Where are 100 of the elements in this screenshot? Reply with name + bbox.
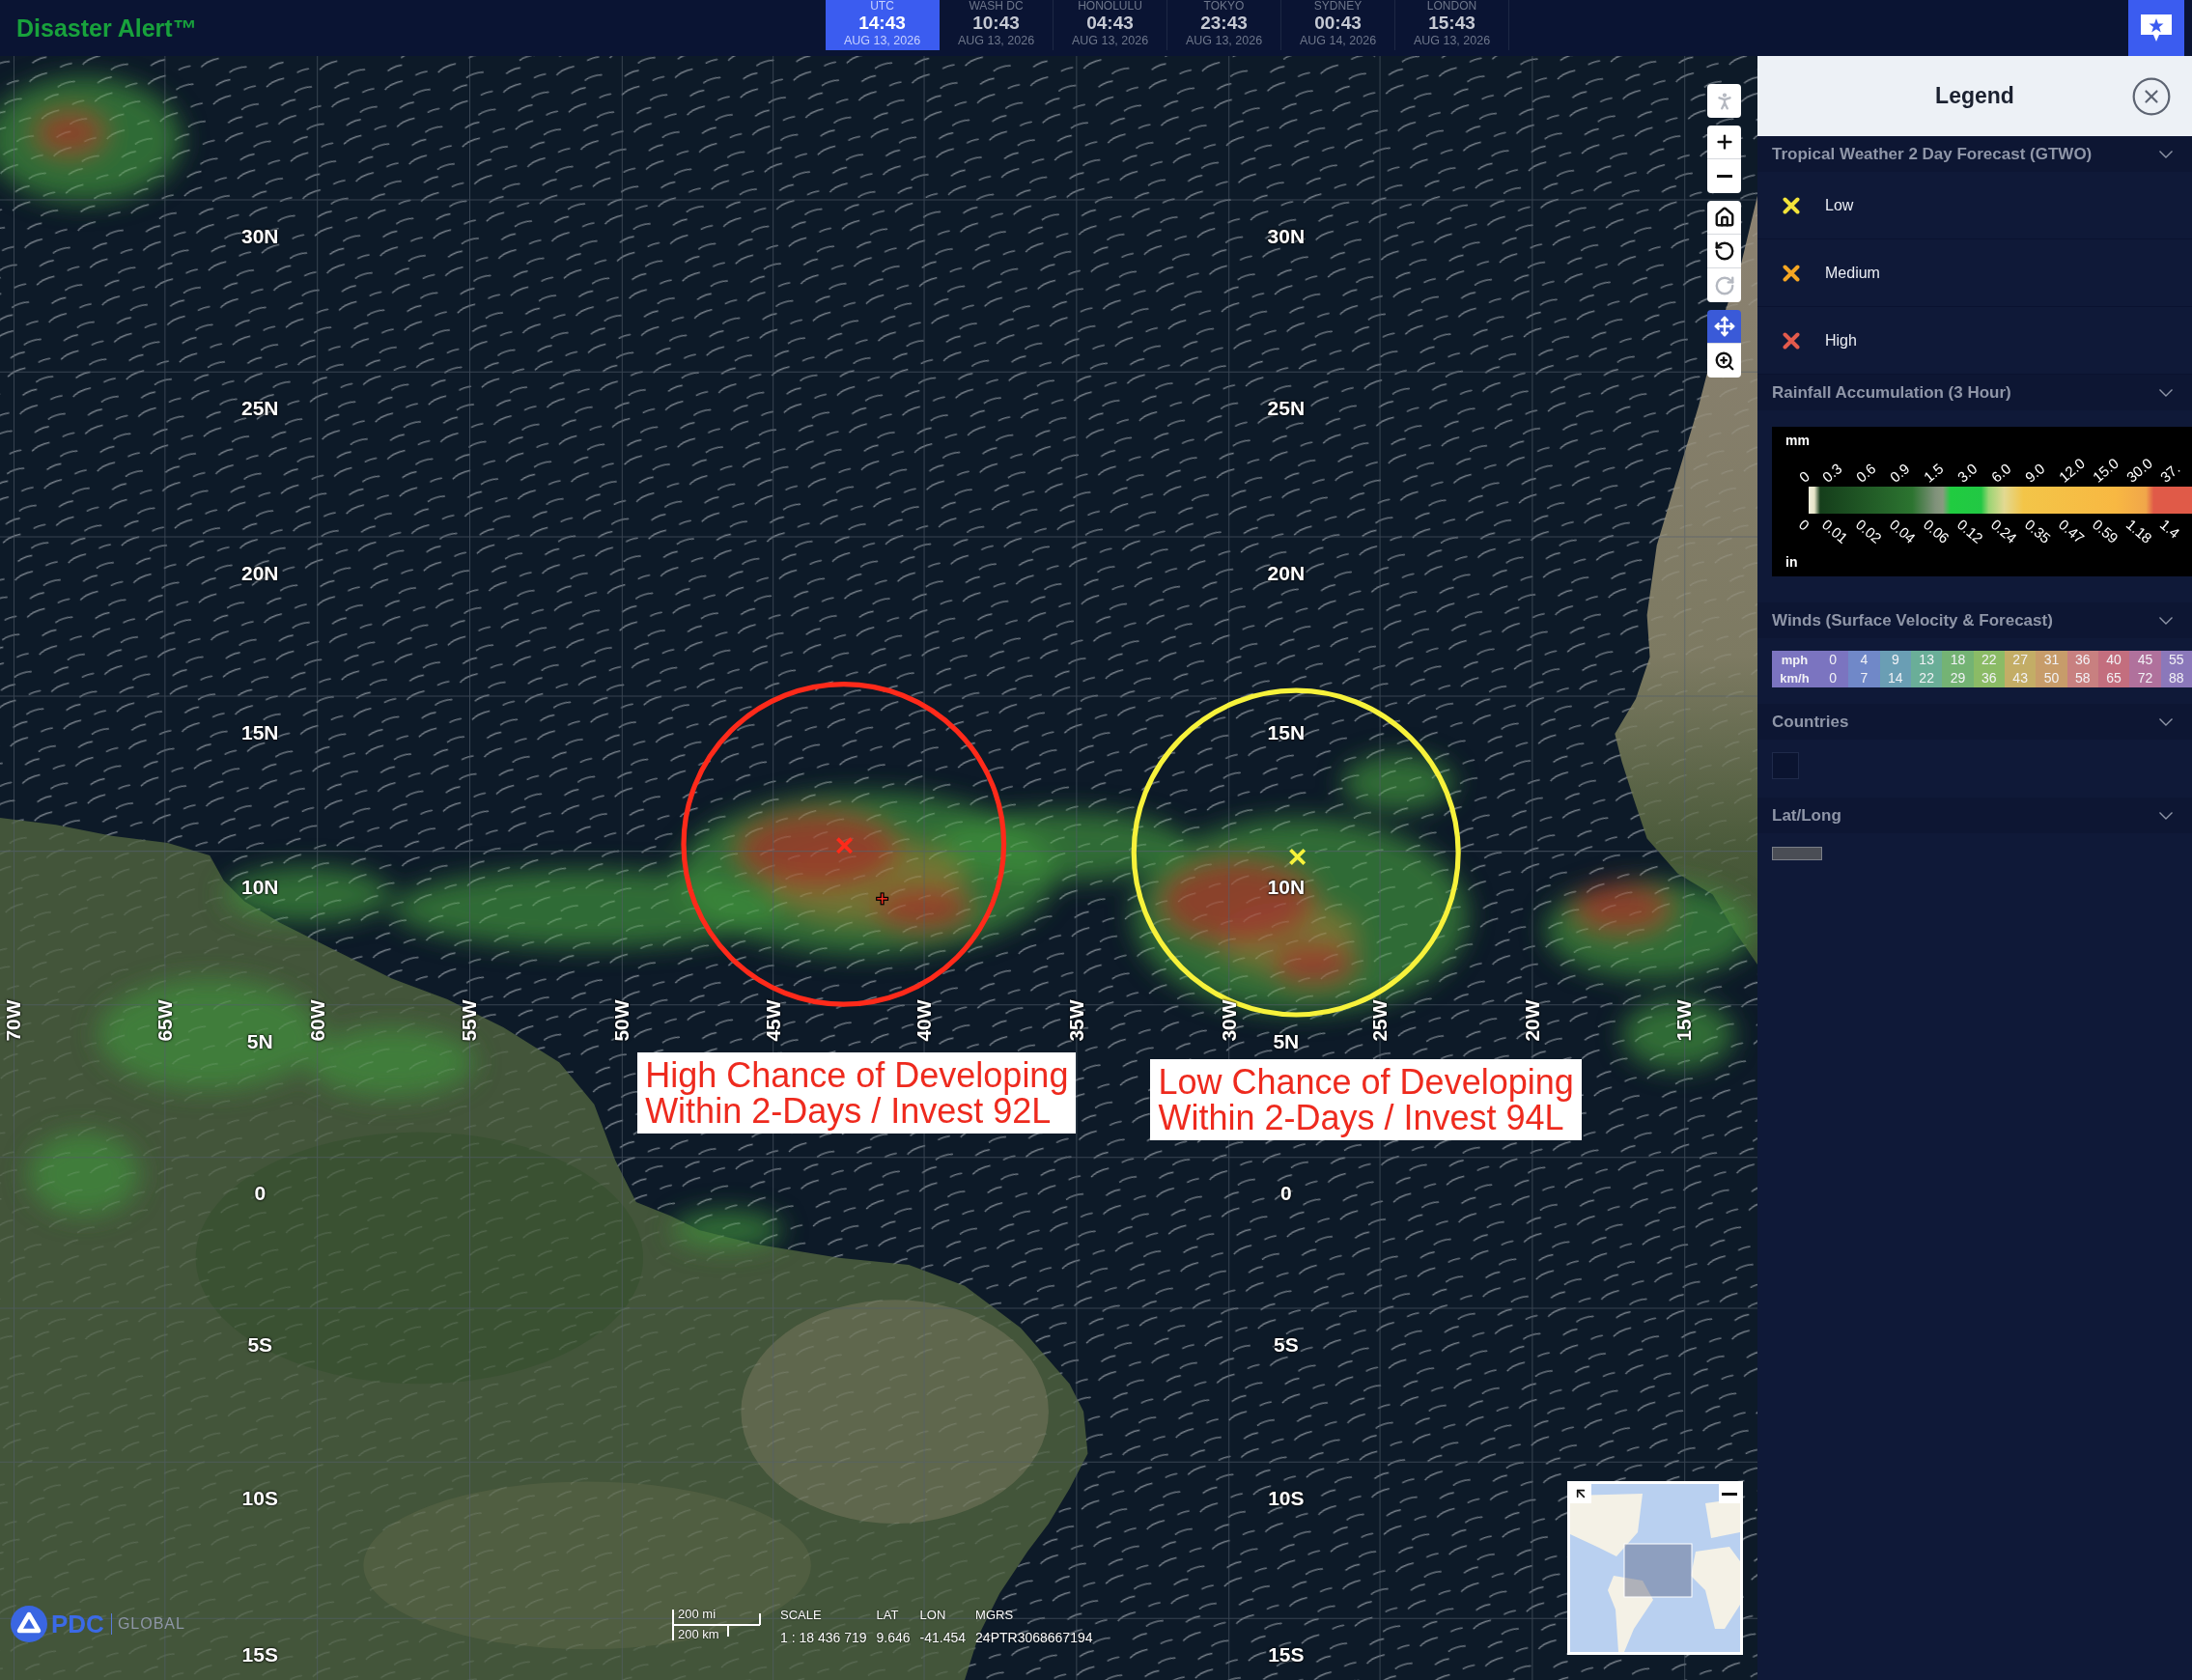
tick-label: 0.01 [1819, 517, 1851, 546]
tick-label: 3.0 [1954, 461, 1980, 485]
minus-icon [1716, 175, 1732, 178]
wind-speed-value: 58 [2074, 669, 2092, 687]
move-icon [1713, 316, 1735, 337]
unit-label: km/h [1779, 670, 1811, 687]
latitude-label: 25N [241, 397, 279, 419]
section-header[interactable]: Tropical Weather 2 Day Forecast (GTWO) [1757, 136, 2192, 172]
chevron-down-icon [2159, 811, 2173, 820]
section-header[interactable]: Winds (Surface Velocity & Forecast) [1757, 602, 2192, 638]
latitude-label: 10N [1267, 877, 1306, 899]
clock-tab[interactable]: UTC 14:43 AUG 13, 2026 [826, 0, 940, 50]
latitude-label: 30N [1267, 225, 1306, 247]
latitude-label: 10N [241, 877, 279, 899]
tick-label: 1.18 [2123, 517, 2155, 546]
minus-icon [1722, 1492, 1737, 1496]
latitude-label: 25N [1267, 397, 1306, 419]
readout-label: LAT [876, 1608, 900, 1623]
wind-speed-value: 45 [2136, 651, 2154, 669]
line-swatch-icon [1772, 847, 1822, 860]
clock-tab[interactable]: SYDNEY 00:43 AUG 14, 2026 [1281, 0, 1395, 50]
wind-speed-value: 72 [2136, 669, 2154, 687]
tick-label: 0.24 [1988, 517, 2020, 546]
wind-speed-value: 7 [1859, 669, 1869, 687]
home-icon [1713, 207, 1735, 228]
readout-value: 24PTR3068667194 [975, 1629, 1093, 1646]
tick-label: 0.35 [2022, 517, 2054, 546]
zoom-box-button[interactable] [1707, 344, 1741, 378]
longitude-label: 50W [611, 999, 633, 1042]
latitude-label: 15N [241, 721, 279, 743]
pdc-logo-icon [11, 1606, 47, 1642]
chevron-down-icon [2159, 150, 2173, 158]
latitude-label: 20N [1267, 562, 1306, 584]
latitude-label: 30N [241, 225, 279, 247]
wind-speed-value: 36 [2074, 651, 2092, 669]
longitude-label: 40W [913, 999, 935, 1042]
tick-label: 1.4 [2157, 517, 2182, 541]
latitude-label: 20N [241, 562, 279, 584]
legend-label: High [1825, 331, 1857, 350]
clock-tab[interactable]: LONDON 15:43 AUG 13, 2026 [1395, 0, 1509, 50]
legend-label: Medium [1825, 264, 1880, 282]
wind-speed-value: 0 [1828, 651, 1839, 669]
section-header[interactable]: Countries [1757, 704, 2192, 740]
clock-tab[interactable]: HONOLULU 04:43 AUG 13, 2026 [1054, 0, 1167, 50]
latitude-label: 10S [241, 1488, 278, 1509]
wind-speed-value: 4 [1859, 651, 1869, 669]
wind-speed-value: 18 [1949, 651, 1967, 669]
longitude-label: 20W [1521, 999, 1543, 1042]
tick-label: 0.6 [1853, 461, 1878, 485]
zoom-in-icon [1713, 350, 1735, 372]
readout-label: MGRS [975, 1608, 1015, 1623]
clock-tab[interactable]: WASH DC 10:43 AUG 13, 2026 [940, 0, 1054, 50]
feedback-button[interactable] [2128, 0, 2184, 56]
longitude-label: 45W [762, 999, 784, 1042]
longitude-label: 30W [1218, 999, 1240, 1042]
rotate-right-icon [1713, 274, 1735, 296]
clock-tab[interactable]: TOKYO 23:43 AUG 13, 2026 [1167, 0, 1281, 50]
tick-label: 0 [1796, 468, 1813, 485]
chevron-down-icon [2159, 717, 2173, 726]
zoom-out-button[interactable] [1707, 159, 1741, 193]
logo-tagline: GLOBAL [110, 1613, 185, 1635]
longitude-label: 65W [154, 999, 176, 1042]
wind-speed-value: 36 [1981, 669, 1998, 687]
wind-speed-value: 14 [1887, 669, 1904, 687]
section-header[interactable]: Rainfall Accumulation (3 Hour) [1757, 375, 2192, 410]
home-button[interactable] [1707, 201, 1741, 235]
latitude-label: 10S [1268, 1488, 1305, 1509]
tick-label: 0.9 [1887, 461, 1912, 485]
wind-speed-value: 88 [2168, 669, 2185, 687]
overview-toggle-button[interactable] [1570, 1484, 1591, 1503]
tick-label: 1.5 [1921, 461, 1946, 485]
zoom-in-button[interactable] [1707, 126, 1741, 159]
wind-speed-value: 22 [1981, 651, 1998, 669]
x-marker-icon [836, 837, 853, 854]
wind-speed-value: 0 [1828, 669, 1839, 687]
wind-speed-value: 22 [1918, 669, 1935, 687]
tick-label: 0.04 [1887, 517, 1919, 546]
pan-button[interactable] [1707, 310, 1741, 344]
legend-label: Low [1825, 196, 1854, 214]
rotate-left-button[interactable] [1707, 235, 1741, 268]
tick-label: 12.0 [2056, 455, 2088, 485]
unit-label: in [1785, 553, 1798, 572]
readout-label: LON [919, 1608, 947, 1623]
section-header[interactable]: Lat/Long [1757, 798, 2192, 833]
readout-value: 1 : 18 436 719 [780, 1629, 867, 1646]
wind-speed-value: 9 [1890, 651, 1900, 669]
latitude-label: 15S [1268, 1644, 1305, 1666]
chevron-down-icon [2159, 388, 2173, 397]
wind-speed-value: 27 [2011, 651, 2029, 669]
minimize-button[interactable] [1719, 1484, 1740, 1503]
latitude-label: 15S [241, 1644, 278, 1666]
tick-label: 0.59 [2090, 517, 2122, 546]
readout-label: SCALE [780, 1608, 823, 1623]
scale-label: 200 km [678, 1627, 719, 1642]
tick-label: 0.06 [1921, 517, 1953, 546]
wind-speed-value: 43 [2011, 669, 2029, 687]
latitude-label: 5S [247, 1333, 273, 1356]
tick-label: 0.47 [2056, 517, 2088, 546]
speech-bubble-star-icon [2140, 14, 2173, 42]
wind-speed-value: 29 [1949, 669, 1967, 687]
